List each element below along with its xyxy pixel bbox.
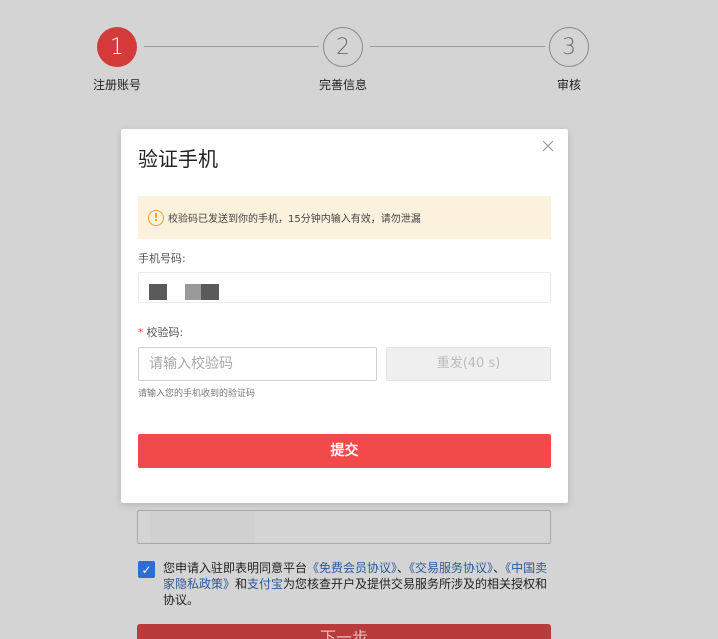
step-1-circle: 1 bbox=[97, 27, 137, 67]
info-circle-icon: ! bbox=[148, 209, 164, 226]
step-3-label: 审核 bbox=[556, 78, 581, 92]
phone-label: 手机号码: bbox=[138, 252, 186, 265]
verification-code-input[interactable] bbox=[138, 347, 377, 381]
code-label-text: 校验码: bbox=[146, 326, 184, 339]
link-alipay[interactable]: 支付宝 bbox=[247, 577, 283, 591]
step-3-circle: 3 bbox=[549, 27, 589, 67]
step-2-label: 完善信息 bbox=[318, 78, 367, 92]
submit-button[interactable]: 提交 bbox=[138, 434, 551, 468]
verify-phone-modal: 验证手机 ! 校验码已发送到你的手机，15分钟内输入有效，请勿泄漏 手机号码: … bbox=[121, 129, 568, 503]
link-trade-service-agreement[interactable]: 《交易服务协议》 bbox=[409, 561, 493, 575]
code-label: * 校验码: bbox=[138, 324, 183, 340]
agreement-and: 和 bbox=[235, 577, 248, 591]
modal-title: 验证手机 bbox=[138, 147, 218, 171]
link-free-member-agreement[interactable]: 《免费会员协议》 bbox=[307, 561, 397, 575]
agreement-text: 您申请入驻即表明同意平台《免费会员协议》、《交易服务协议》、《中国卖家隐私政策》… bbox=[163, 560, 558, 608]
step-2-circle: 2 bbox=[323, 27, 363, 67]
masked-phone-block bbox=[185, 284, 201, 300]
agreement-checkbox[interactable]: ✓ bbox=[138, 561, 155, 578]
background-field-fill bbox=[150, 511, 254, 543]
step-connector-1 bbox=[144, 46, 319, 47]
next-step-button[interactable]: 下一步 bbox=[137, 624, 551, 639]
notice-banner: ! 校验码已发送到你的手机，15分钟内输入有效，请勿泄漏 bbox=[138, 196, 551, 239]
notice-text: 校验码已发送到你的手机，15分钟内输入有效，请勿泄漏 bbox=[168, 214, 421, 225]
masked-phone-block bbox=[149, 284, 167, 300]
agreement-row: ✓ 您申请入驻即表明同意平台《免费会员协议》、《交易服务协议》、《中国卖家隐私政… bbox=[138, 560, 558, 608]
masked-phone-block bbox=[201, 284, 219, 300]
step-1-label: 注册账号 bbox=[92, 78, 141, 92]
agreement-separator: 、 bbox=[397, 561, 410, 575]
resend-code-button[interactable]: 重发(40 s) bbox=[386, 347, 551, 381]
code-hint: 请输入您的手机收到的验证码 bbox=[138, 389, 256, 399]
phone-number-display bbox=[138, 272, 551, 303]
background-text-field[interactable] bbox=[137, 510, 551, 544]
agreement-prefix: 您申请入驻即表明同意平台 bbox=[163, 561, 308, 575]
agreement-separator: 、 bbox=[493, 561, 506, 575]
required-mark: * bbox=[138, 326, 144, 339]
step-connector-2 bbox=[370, 46, 545, 47]
close-icon[interactable] bbox=[538, 137, 558, 157]
